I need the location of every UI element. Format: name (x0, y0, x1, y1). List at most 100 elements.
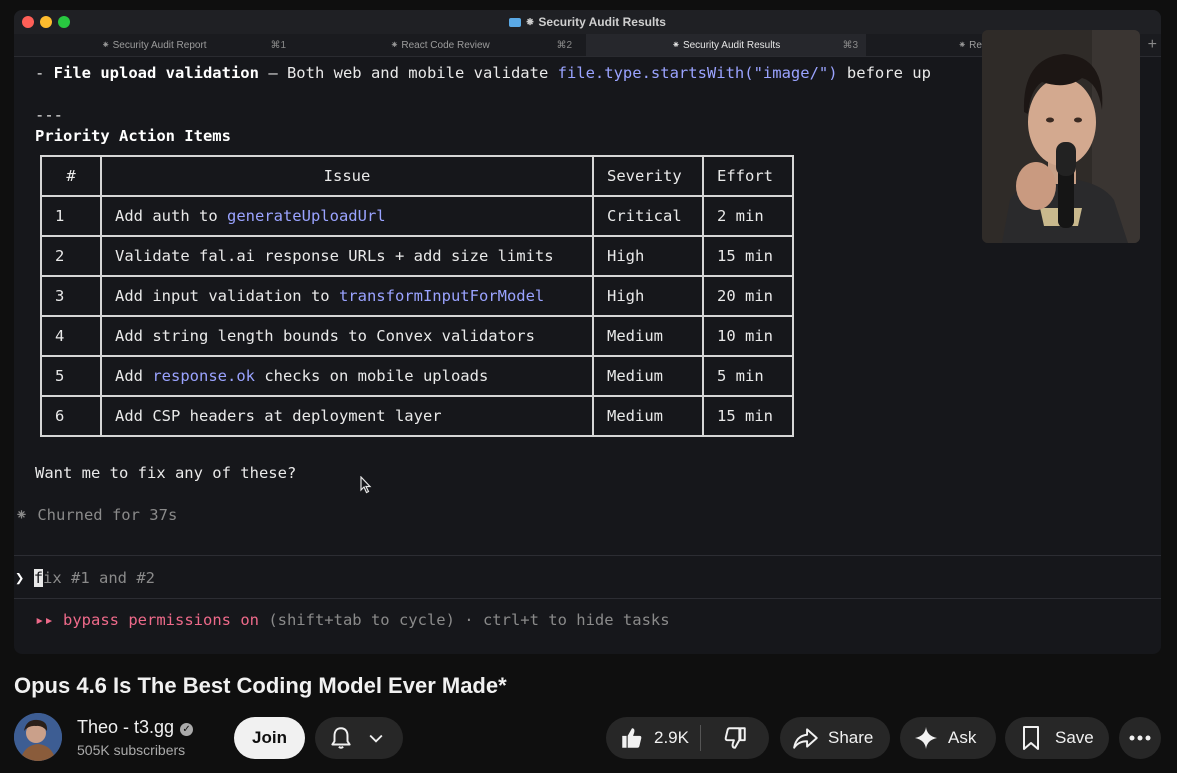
folder-icon (509, 18, 521, 27)
effort-cell: 5 min (702, 355, 794, 397)
verified-check-icon: ✓ (180, 723, 194, 736)
issue-code: response.ok (152, 367, 255, 385)
row-number: 5 (40, 355, 102, 397)
presenter-image (982, 30, 1140, 243)
issue-text: Validate fal.ai response URLs + add size… (115, 247, 554, 265)
plain-text: before up (837, 64, 931, 82)
prompt-input[interactable]: ❯ fix #1 and #2 (15, 569, 155, 587)
issue-text: Add (115, 367, 153, 385)
permission-mode: bypass permissions on (63, 611, 259, 629)
row-number: 6 (40, 395, 102, 437)
tab-security-audit-report[interactable]: ⁕ Security Audit Report ⌘1 (14, 34, 294, 56)
upload-validation-line: - File upload validation — Both web and … (35, 64, 931, 82)
chevron-down-icon (369, 734, 383, 743)
prompt-chevron-icon: ❯ (15, 569, 25, 587)
issue-cell: Add auth to generateUploadUrl (100, 195, 594, 237)
table-row: 2 Validate fal.ai response URLs + add si… (40, 235, 794, 277)
thumbs-down-icon (724, 727, 746, 749)
terminal-window: ⁕ Security Audit Results ⁕ Security Audi… (14, 10, 1161, 654)
like-count: 2.9K (654, 728, 689, 747)
table-header-row: # Issue Severity Effort (40, 155, 794, 197)
tab-shortcut: ⌘2 (556, 40, 572, 51)
dislike-button[interactable] (700, 725, 769, 751)
new-tab-button[interactable]: + (1148, 36, 1157, 54)
save-button[interactable]: Save (1005, 717, 1109, 759)
table-row: 3 Add input validation to transformInput… (40, 275, 794, 317)
text-cursor: f (33, 569, 44, 587)
channel-name[interactable]: Theo - t3.gg ✓ (77, 717, 194, 738)
followup-question: Want me to fix any of these? (35, 464, 297, 482)
share-label: Share (828, 728, 874, 747)
severity-cell: Medium (592, 355, 704, 397)
plain-text: — Both web and mobile validate (258, 64, 558, 82)
like-dislike-group: 2.9K (606, 717, 769, 759)
col-header: Severity (592, 155, 704, 197)
col-header: Effort (702, 155, 794, 197)
save-label: Save (1055, 728, 1094, 747)
channel-name-text: Theo - t3.gg (77, 717, 175, 737)
ask-label: Ask (948, 728, 977, 747)
issue-cell: Add response.ok checks on mobile uploads (100, 355, 594, 397)
issue-cell: Add input validation to transformInputFo… (100, 275, 594, 317)
col-header: # (40, 155, 102, 197)
issue-cell: Validate fal.ai response URLs + add size… (100, 235, 594, 277)
issue-text: checks on mobile uploads (254, 367, 489, 385)
avatar-image (14, 713, 62, 761)
more-horizontal-icon (1129, 735, 1151, 741)
tab-label: ⁕ React Code Review (390, 40, 490, 51)
window-title-text: ⁕ Security Audit Results (525, 15, 666, 29)
issue-text: Add auth to (115, 207, 227, 225)
tab-shortcut: ⌘3 (842, 40, 858, 51)
code-text: file.type.startsWith("image/") (557, 64, 838, 82)
mode-hint: (shift+tab to cycle) · ctrl+t to hide ta… (258, 611, 670, 629)
subscriber-count: 505K subscribers (77, 742, 186, 758)
mouse-pointer-icon (360, 476, 372, 494)
mode-status: ▸▸ bypass permissions on (shift+tab to c… (35, 611, 670, 629)
bullet: - (35, 64, 54, 82)
issue-code: transformInputForModel (338, 287, 545, 305)
table-row: 6 Add CSP headers at deployment layer Me… (40, 395, 794, 437)
channel-avatar[interactable] (14, 713, 62, 761)
issue-code: generateUploadUrl (226, 207, 386, 225)
issue-cell: Add CSP headers at deployment layer (100, 395, 594, 437)
share-icon (793, 728, 818, 749)
input-bottom-divider (14, 598, 1161, 599)
notifications-button[interactable] (315, 717, 403, 759)
severity-cell: High (592, 275, 704, 317)
presenter-video (982, 30, 1140, 243)
join-button[interactable]: Join (234, 717, 305, 759)
tab-security-audit-results[interactable]: ⁕ Security Audit Results ⌘3 (586, 34, 866, 56)
issue-text: Add string length bounds to Convex valid… (115, 327, 535, 345)
row-number: 1 (40, 195, 102, 237)
like-button[interactable]: 2.9K (606, 725, 700, 751)
section-heading: Priority Action Items (35, 127, 231, 145)
input-top-divider (14, 555, 1161, 556)
tab-react-code-review[interactable]: ⁕ React Code Review ⌘2 (300, 34, 580, 56)
row-number: 2 (40, 235, 102, 277)
ask-button[interactable]: Ask (900, 717, 996, 759)
tab-shortcut: ⌘1 (270, 40, 286, 51)
col-header: Issue (100, 155, 594, 197)
thumbs-up-icon (622, 728, 642, 748)
divider: --- (35, 106, 63, 124)
issue-text: Add input validation to (115, 287, 339, 305)
more-actions-button[interactable] (1119, 717, 1161, 759)
severity-cell: Critical (592, 195, 704, 237)
severity-cell: High (592, 235, 704, 277)
bookmark-icon (1023, 726, 1039, 750)
status-line: ⁕ Churned for 37s (15, 506, 178, 524)
tab-label: ⁕ Security Audit Results (671, 40, 781, 51)
input-text: ix #1 and #2 (43, 569, 156, 587)
effort-cell: 2 min (702, 195, 794, 237)
sparkle-icon (915, 727, 937, 749)
tab-label: ⁕ Security Audit Report (101, 40, 207, 51)
effort-cell: 15 min (702, 395, 794, 437)
table-row: 1 Add auth to generateUploadUrl Critical… (40, 195, 794, 237)
row-number: 4 (40, 315, 102, 357)
table-row: 4 Add string length bounds to Convex val… (40, 315, 794, 357)
effort-cell: 15 min (702, 235, 794, 277)
issue-cell: Add string length bounds to Convex valid… (100, 315, 594, 357)
video-title: Opus 4.6 Is The Best Coding Model Ever M… (14, 673, 507, 698)
table-row: 5 Add response.ok checks on mobile uploa… (40, 355, 794, 397)
share-button[interactable]: Share (780, 717, 890, 759)
